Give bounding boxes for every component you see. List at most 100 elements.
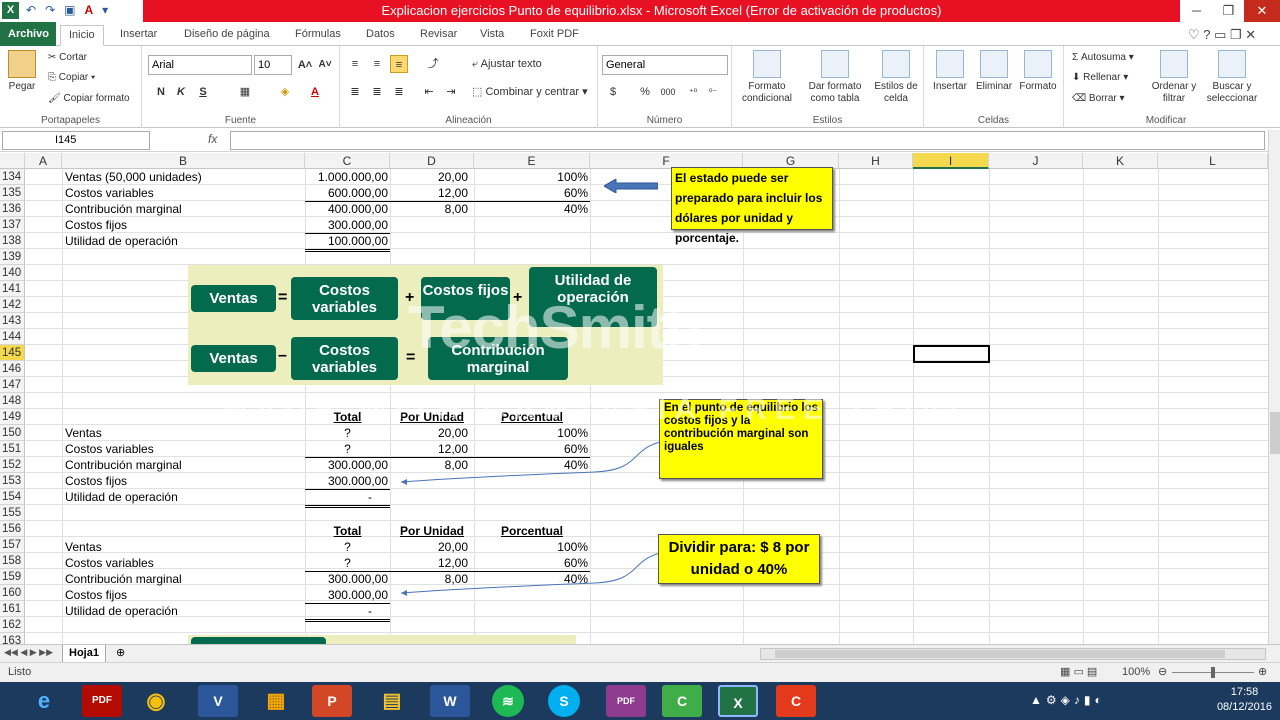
font-name-select[interactable]: Arial: [148, 55, 252, 75]
tab-archivo[interactable]: Archivo: [0, 22, 56, 46]
cell-c150[interactable]: ?: [305, 425, 390, 441]
clock[interactable]: 17:58 08/12/2016: [1217, 685, 1272, 715]
cell-c151[interactable]: ?: [305, 441, 390, 457]
autosum-button[interactable]: Σ Autosuma ▾: [1072, 52, 1134, 64]
thousands-button[interactable]: 000: [656, 83, 680, 101]
conditional-format-button[interactable]: Formato condicional: [736, 50, 798, 105]
format-as-table-button[interactable]: Dar formato como tabla: [804, 50, 866, 105]
camtasia-icon[interactable]: C: [662, 685, 702, 717]
pdf-creator-icon[interactable]: PDF: [606, 685, 646, 717]
font-color-button[interactable]: A: [306, 83, 324, 101]
skype-icon[interactable]: S: [548, 685, 580, 717]
decrease-indent-icon[interactable]: ⇤: [420, 83, 438, 101]
qat-dropdown-icon[interactable]: ▾: [102, 3, 108, 17]
zoom-out-icon[interactable]: ⊖: [1158, 665, 1167, 678]
row-header[interactable]: 163: [0, 633, 25, 644]
cell-b150[interactable]: Ventas: [63, 425, 104, 441]
apps-grid-icon[interactable]: ▦: [256, 685, 296, 717]
wrap-text-button[interactable]: ⤶ Ajustar texto: [472, 58, 542, 70]
cell-d156[interactable]: Por Unidad: [390, 523, 474, 539]
spotify-icon[interactable]: ≋: [492, 685, 524, 717]
cell-d136[interactable]: 8,00: [390, 201, 470, 217]
zoom-in-icon[interactable]: ⊕: [1258, 665, 1267, 678]
zoom-thumb[interactable]: [1211, 667, 1215, 678]
tab-foxit[interactable]: Foxit PDF: [522, 25, 587, 46]
powerpoint-icon[interactable]: P: [312, 685, 352, 717]
cell-c137[interactable]: 300.000,00: [305, 217, 390, 233]
cell-b151[interactable]: Costos variables: [63, 441, 156, 457]
row-header[interactable]: 152: [0, 457, 25, 473]
sort-filter-button[interactable]: Ordenar y filtrar: [1148, 50, 1200, 105]
chrome-icon[interactable]: ◉: [136, 685, 176, 717]
copy-button[interactable]: ⎘ Copiar ▾: [48, 72, 95, 84]
shrink-font-icon[interactable]: A˅: [316, 56, 334, 74]
number-format-select[interactable]: General: [602, 55, 728, 75]
row-header[interactable]: 136: [0, 201, 25, 217]
align-right-icon[interactable]: ≣: [390, 83, 408, 101]
row-header[interactable]: 157: [0, 537, 25, 553]
delete-cells-button[interactable]: Eliminar: [972, 50, 1016, 93]
font-color-icon[interactable]: A: [84, 3, 93, 17]
row-header[interactable]: 156: [0, 521, 25, 537]
grow-font-icon[interactable]: A˄: [296, 56, 314, 74]
formula-input[interactable]: [230, 131, 1265, 150]
percent-button[interactable]: %: [636, 83, 654, 101]
help-icon[interactable]: ♡ ? ▭ ❐ ✕: [1180, 25, 1264, 46]
cell-c160[interactable]: 300.000,00: [305, 587, 390, 603]
excel-taskbar-icon[interactable]: X: [718, 685, 758, 717]
restore-icon[interactable]: ❐: [1212, 0, 1245, 22]
cell-b136[interactable]: Contribución marginal: [63, 201, 184, 217]
tab-revisar[interactable]: Revisar: [412, 25, 465, 46]
undo-icon[interactable]: ↶: [26, 3, 36, 17]
col-header-d[interactable]: D: [390, 153, 474, 169]
row-header[interactable]: 158: [0, 553, 25, 569]
select-all-corner[interactable]: [0, 153, 25, 169]
row-header[interactable]: 162: [0, 617, 25, 633]
horizontal-scrollbar[interactable]: [760, 648, 1266, 660]
cell-c134[interactable]: 1.000.000,00: [305, 169, 390, 185]
worksheet-grid[interactable]: A B C D E F G H I J K L Ventas (50,000 u…: [0, 153, 1268, 644]
selected-cell[interactable]: [913, 345, 990, 363]
cell-c161[interactable]: -: [305, 603, 435, 619]
underline-button[interactable]: S: [194, 83, 212, 101]
cell-c153[interactable]: 300.000,00: [305, 473, 390, 489]
insert-cells-button[interactable]: Insertar: [928, 50, 972, 93]
ie-icon[interactable]: e: [24, 685, 64, 717]
name-box[interactable]: I145: [2, 131, 150, 150]
sheet-tab-hoja1[interactable]: Hoja1: [62, 645, 106, 663]
cell-c136[interactable]: 400.000,00: [305, 201, 390, 217]
cell-c159[interactable]: 300.000,00: [305, 571, 390, 587]
cell-b138[interactable]: Utilidad de operación: [63, 233, 180, 249]
bold-button[interactable]: N: [152, 83, 170, 101]
cell-b158[interactable]: Costos variables: [63, 555, 156, 571]
row-header[interactable]: 139: [0, 249, 25, 265]
sheet-nav-icon[interactable]: ◀◀ ◀ ▶ ▶▶: [4, 647, 53, 658]
tray-icons[interactable]: ▲⚙◈♪▮◐: [1030, 693, 1106, 707]
row-header[interactable]: 155: [0, 505, 25, 521]
row-header[interactable]: 161: [0, 601, 25, 617]
align-middle-icon[interactable]: ≡: [368, 55, 386, 73]
align-bottom-icon[interactable]: ≡: [390, 55, 408, 73]
col-header-h[interactable]: H: [839, 153, 913, 169]
recorder-icon[interactable]: C: [776, 685, 816, 717]
col-header-a[interactable]: A: [25, 153, 62, 169]
tab-insertar[interactable]: Insertar: [112, 25, 165, 46]
font-size-select[interactable]: 10: [254, 55, 292, 75]
increase-indent-icon[interactable]: ⇥: [442, 83, 460, 101]
redo-icon[interactable]: ↷: [45, 3, 55, 17]
excel-app-icon[interactable]: X: [2, 2, 19, 19]
clear-button[interactable]: ⌫ Borrar ▾: [1072, 93, 1125, 105]
zoom-level[interactable]: 100%: [1122, 666, 1150, 678]
row-header[interactable]: 151: [0, 441, 25, 457]
cell-b159[interactable]: Contribución marginal: [63, 571, 184, 587]
tab-formulas[interactable]: Fórmulas: [287, 25, 349, 46]
col-header-i[interactable]: I: [913, 153, 989, 169]
visio-icon[interactable]: V: [198, 685, 238, 717]
format-cells-button[interactable]: Formato: [1016, 50, 1060, 93]
close-icon[interactable]: ✕: [1244, 0, 1280, 22]
cell-e150[interactable]: 100%: [474, 425, 590, 441]
row-header[interactable]: 137: [0, 217, 25, 233]
acrobat-icon[interactable]: PDF: [82, 685, 122, 717]
cell-c152[interactable]: 300.000,00: [305, 457, 390, 473]
paste-button[interactable]: Pegar: [4, 50, 40, 93]
